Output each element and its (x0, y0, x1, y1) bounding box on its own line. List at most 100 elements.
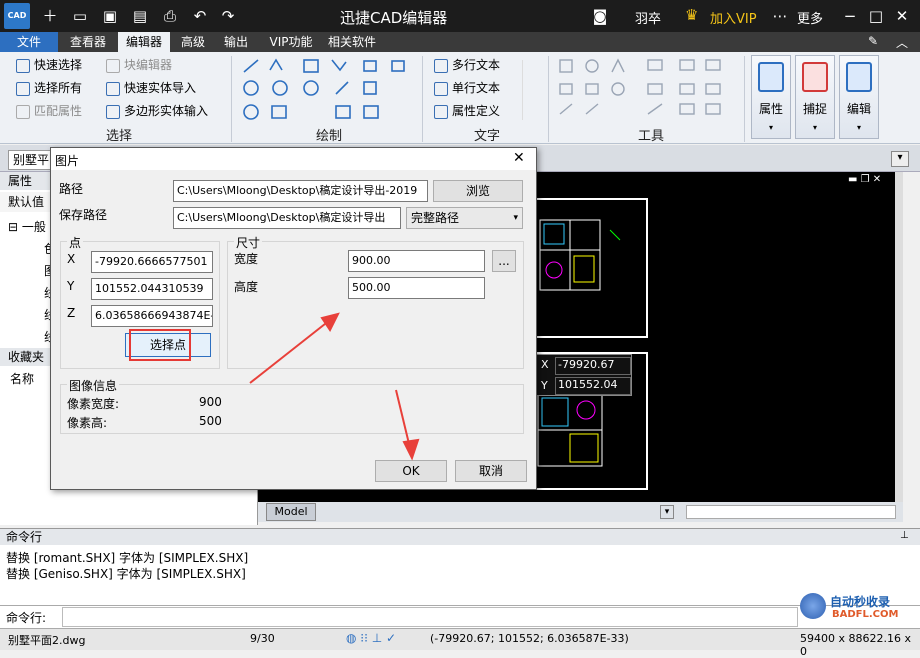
menu-viewer[interactable]: 查看器 (62, 32, 114, 52)
height-field[interactable]: 500.00 (348, 277, 485, 299)
chevron-up-icon[interactable]: ︿ (896, 34, 908, 51)
mtext-icon (434, 58, 448, 73)
browse-button[interactable]: 浏览 (433, 180, 523, 202)
select-all-button[interactable]: 选择所有 (16, 78, 82, 98)
canvas-bottom-bar: Model ▾ (258, 502, 903, 522)
watermark-text: 自动秒收录 (830, 595, 891, 609)
print-icon[interactable]: ⎙ (160, 6, 180, 26)
menu-editor[interactable]: 编辑器 (118, 32, 170, 52)
pin-icon[interactable]: ⊥ (900, 530, 909, 541)
crown-icon: ♛ (685, 6, 699, 24)
command-input[interactable] (62, 607, 798, 627)
quick-select-button[interactable]: 快速选择 (16, 55, 82, 75)
maximize-icon[interactable]: □ (866, 6, 886, 26)
edit-big-button[interactable]: 编辑 ▾ (839, 55, 879, 139)
chevron-down-icon: ▾ (768, 123, 773, 132)
attribute-def-button[interactable]: 属性定义 (434, 101, 500, 121)
new-file-icon[interactable]: ＋ (40, 6, 60, 26)
document-tab[interactable]: 别墅平 (8, 150, 54, 170)
draw-group-label: 绘制 (316, 129, 343, 144)
general-section[interactable]: ⊟ 一般 (8, 218, 46, 235)
dialog-titlebar: 图片 ✕ (51, 148, 536, 170)
pixel-width-value: 900 (199, 395, 222, 409)
width-label: 宽度 (234, 252, 259, 266)
ok-button[interactable]: OK (375, 460, 447, 482)
tools-icons[interactable] (556, 58, 726, 120)
status-bar: 别墅平面2.dwg 9/30 ◍ ⁝⁝ ⊥ ✓ (-79920.67; 1015… (0, 628, 920, 658)
more-button[interactable]: 更多 (797, 8, 823, 27)
single-text-button[interactable]: 单行文本 (434, 78, 500, 98)
save-mode-select[interactable]: 完整路径 ▾ (406, 207, 523, 229)
ribbon-separator (231, 56, 232, 142)
text-tools[interactable] (522, 60, 538, 120)
close-icon[interactable]: ✕ (892, 6, 912, 26)
cancel-button[interactable]: 取消 (455, 460, 527, 482)
canvas-window-controls[interactable]: ▬ ❐ ✕ (848, 174, 881, 185)
ribbon-separator (744, 56, 745, 142)
dots-button[interactable]: ... (492, 250, 516, 272)
minimize-icon[interactable]: − (840, 6, 860, 26)
snap-big-button[interactable]: 捕捉 ▾ (795, 55, 835, 139)
menu-bar: 文件 查看器 编辑器 高级 输出 VIP功能 相关软件 ✎ ︿ (0, 32, 920, 52)
save-as-icon[interactable]: ▤ (130, 6, 150, 26)
menu-output[interactable]: 输出 (216, 32, 256, 52)
command-log-line: 替换 [romant.SHX] 字体为 [SIMPLEX.SHX] (6, 551, 249, 565)
menu-related[interactable]: 相关软件 (322, 32, 382, 52)
status-file: 别墅平面2.dwg (8, 634, 86, 647)
snap-toggle-icons[interactable]: ◍ ⁝⁝ ⊥ ✓ (346, 631, 396, 645)
polygon-input-button[interactable]: 多边形实体输入 (106, 101, 208, 121)
coordinate-tooltip: X -79920.67 Y 101552.04 (536, 354, 632, 396)
quick-select-icon (16, 58, 30, 73)
image-info-label: 图像信息 (67, 377, 120, 394)
redo-icon[interactable]: ↷ (218, 6, 238, 26)
save-path-field[interactable]: C:\Users\Mloong\Desktop\稿定设计导出 (173, 207, 401, 229)
user-avatar-icon[interactable]: ◙ (590, 6, 610, 26)
z-label: Z (67, 306, 76, 320)
text-group-label: 文字 (474, 129, 501, 144)
block-editor-button[interactable]: 块编辑器 (106, 55, 172, 75)
pixel-height-label: 像素高: (67, 416, 108, 430)
model-tab[interactable]: Model (266, 503, 316, 521)
draw-tools[interactable] (240, 56, 420, 122)
menu-advanced[interactable]: 高级 (174, 32, 212, 52)
path-field[interactable]: C:\Users\Mloong\Desktop\稿定设计导出-2019 (173, 180, 428, 202)
menu-file[interactable]: 文件 (0, 32, 58, 52)
save-path-label: 保存路径 (59, 208, 108, 222)
status-coords: (-79920.67; 101552; 6.036587E-33) (430, 632, 629, 645)
quick-import-icon (106, 81, 120, 96)
z-field[interactable]: 6.03658666943874E-33 (91, 305, 213, 327)
x-field[interactable]: -79920.6666577501 (91, 251, 213, 273)
dialog-close-icon[interactable]: ✕ (513, 150, 525, 166)
status-page: 9/30 (250, 632, 275, 645)
vip-button[interactable]: 加入VIP (710, 8, 757, 27)
watermark-logo-icon (800, 593, 826, 619)
horizontal-scrollbar[interactable] (686, 505, 896, 519)
x-label: X (67, 252, 76, 266)
command-log-line: 替换 [Geniso.SHX] 字体为 [SIMPLEX.SHX] (6, 567, 246, 581)
ribbon-separator (548, 56, 549, 142)
open-folder-icon[interactable]: ▭ (70, 6, 90, 26)
chevron-down-icon: ▾ (812, 123, 817, 132)
menu-vip[interactable]: VIP功能 (262, 32, 320, 52)
properties-big-button[interactable]: 属性 ▾ (751, 55, 791, 139)
match-props-icon (16, 104, 30, 119)
polygon-input-icon (106, 104, 120, 119)
width-field[interactable]: 900.00 (348, 250, 485, 272)
more-icon[interactable]: ⋯ (770, 6, 790, 26)
save-icon[interactable]: ▣ (100, 6, 120, 26)
chevron-down-icon[interactable]: ▾ (660, 505, 674, 519)
chevron-down-icon: ▾ (513, 213, 518, 223)
mtext-button[interactable]: 多行文本 (434, 55, 500, 75)
divider (0, 605, 920, 606)
undo-icon[interactable]: ↶ (190, 6, 210, 26)
y-field[interactable]: 101552.044310539 (91, 278, 213, 300)
command-area: 命令行 ⊥ 替换 [romant.SHX] 字体为 [SIMPLEX.SHX] … (0, 528, 920, 628)
quick-import-button[interactable]: 快速实体导入 (106, 78, 196, 98)
pixel-height-value: 500 (199, 414, 222, 428)
user-name[interactable]: 羽卒 (635, 8, 661, 27)
vertical-scrollbar[interactable] (895, 172, 903, 502)
match-props-button[interactable]: 匹配属性 (16, 101, 82, 121)
highlight-box (129, 329, 191, 361)
tabs-dropdown-icon[interactable]: ▾ (891, 151, 909, 167)
pen-icon[interactable]: ✎ (868, 34, 878, 48)
